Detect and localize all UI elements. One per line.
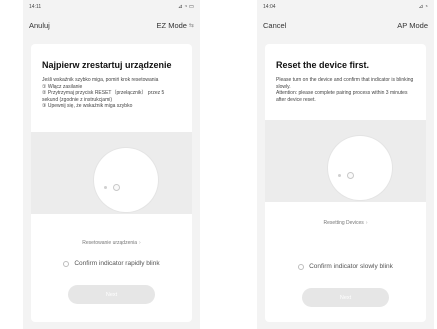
radio-icon — [298, 263, 305, 270]
device-illustration — [265, 120, 426, 202]
device-button-icon — [104, 186, 107, 189]
nav-bar: Cancel AP Mode — [257, 14, 434, 36]
switch-mode-icon: ⇆ — [188, 22, 194, 29]
device-image — [94, 148, 158, 212]
page-title: Najpierw zrestartuj urządzenie — [42, 60, 172, 70]
device-button-icon — [338, 174, 341, 177]
next-button[interactable]: Next — [68, 285, 155, 304]
status-icons: ⊿ ◔ ▭ — [177, 4, 194, 10]
instructions: Please turn on the device and confirm th… — [276, 77, 415, 103]
mode-label: EZ Mode — [156, 20, 187, 30]
status-bar: 14:04 ⊿ ◔ — [257, 0, 434, 14]
status-bar: 14:11 ⊿ ◔ ▭ — [23, 0, 200, 14]
device-illustration — [31, 132, 192, 214]
status-time: 14:04 — [263, 4, 276, 10]
reset-card: Najpierw zrestartuj urządzenie Jeśli wsk… — [31, 44, 192, 322]
next-button[interactable]: Next — [302, 288, 389, 307]
indicator-light-icon — [113, 184, 120, 191]
reset-device-link-label: Resetowanie urządzenia — [82, 240, 138, 246]
instruction-line: Jeśli wskaźnik szybko miga, pomiń krok r… — [42, 77, 159, 83]
reset-card: Reset the device first. Please turn on t… — [265, 44, 426, 322]
confirm-checkbox[interactable]: Confirm indicator slowly blink — [265, 263, 426, 270]
instruction-line: ② Przytrzymaj przycisk RESET（przełącznik… — [42, 90, 166, 103]
confirm-label: Confirm indicator rapidly blink — [74, 260, 160, 267]
confirm-label: Confirm indicator slowly blink — [309, 263, 393, 270]
nav-bar: Anuluj EZ Mode ⇆ — [23, 14, 200, 36]
mode-switch[interactable]: EZ Mode ⇆ — [157, 21, 194, 30]
chevron-right-icon: › — [365, 220, 368, 226]
page-title: Reset the device first. — [276, 60, 370, 70]
reset-device-link-label: Resetting Devices — [323, 220, 364, 226]
instructions: Jeśli wskaźnik szybko miga, pomiń krok r… — [42, 77, 181, 110]
cancel-button[interactable]: Anuluj — [29, 21, 50, 30]
mode-label[interactable]: AP Mode — [397, 21, 428, 30]
instruction-line: ① Włącz zasilanie — [42, 83, 83, 90]
radio-icon — [63, 260, 70, 267]
instruction-line: Please turn on the device and confirm th… — [276, 77, 415, 90]
chevron-right-icon: › — [139, 240, 141, 246]
reset-device-link[interactable]: Resetting Devices › — [265, 220, 426, 226]
instruction-line: Attention: please complete pairing proce… — [276, 90, 409, 103]
status-icons: ⊿ ◔ — [418, 4, 428, 10]
cancel-button[interactable]: Cancel — [263, 21, 286, 30]
phone-screen-ap-mode: 14:04 ⊿ ◔ Cancel AP Mode Reset the devic… — [257, 0, 434, 329]
reset-device-link[interactable]: Resetowanie urządzenia › — [31, 240, 192, 246]
device-image — [328, 136, 392, 200]
indicator-light-icon — [347, 172, 354, 179]
phone-screen-ez-mode: 14:11 ⊿ ◔ ▭ Anuluj EZ Mode ⇆ Najpierw zr… — [23, 0, 200, 329]
instruction-line: ③ Upewnij się, że wskaźnik miga szybko — [42, 103, 133, 110]
confirm-checkbox[interactable]: Confirm indicator rapidly blink — [31, 260, 192, 267]
status-time: 14:11 — [29, 4, 42, 10]
